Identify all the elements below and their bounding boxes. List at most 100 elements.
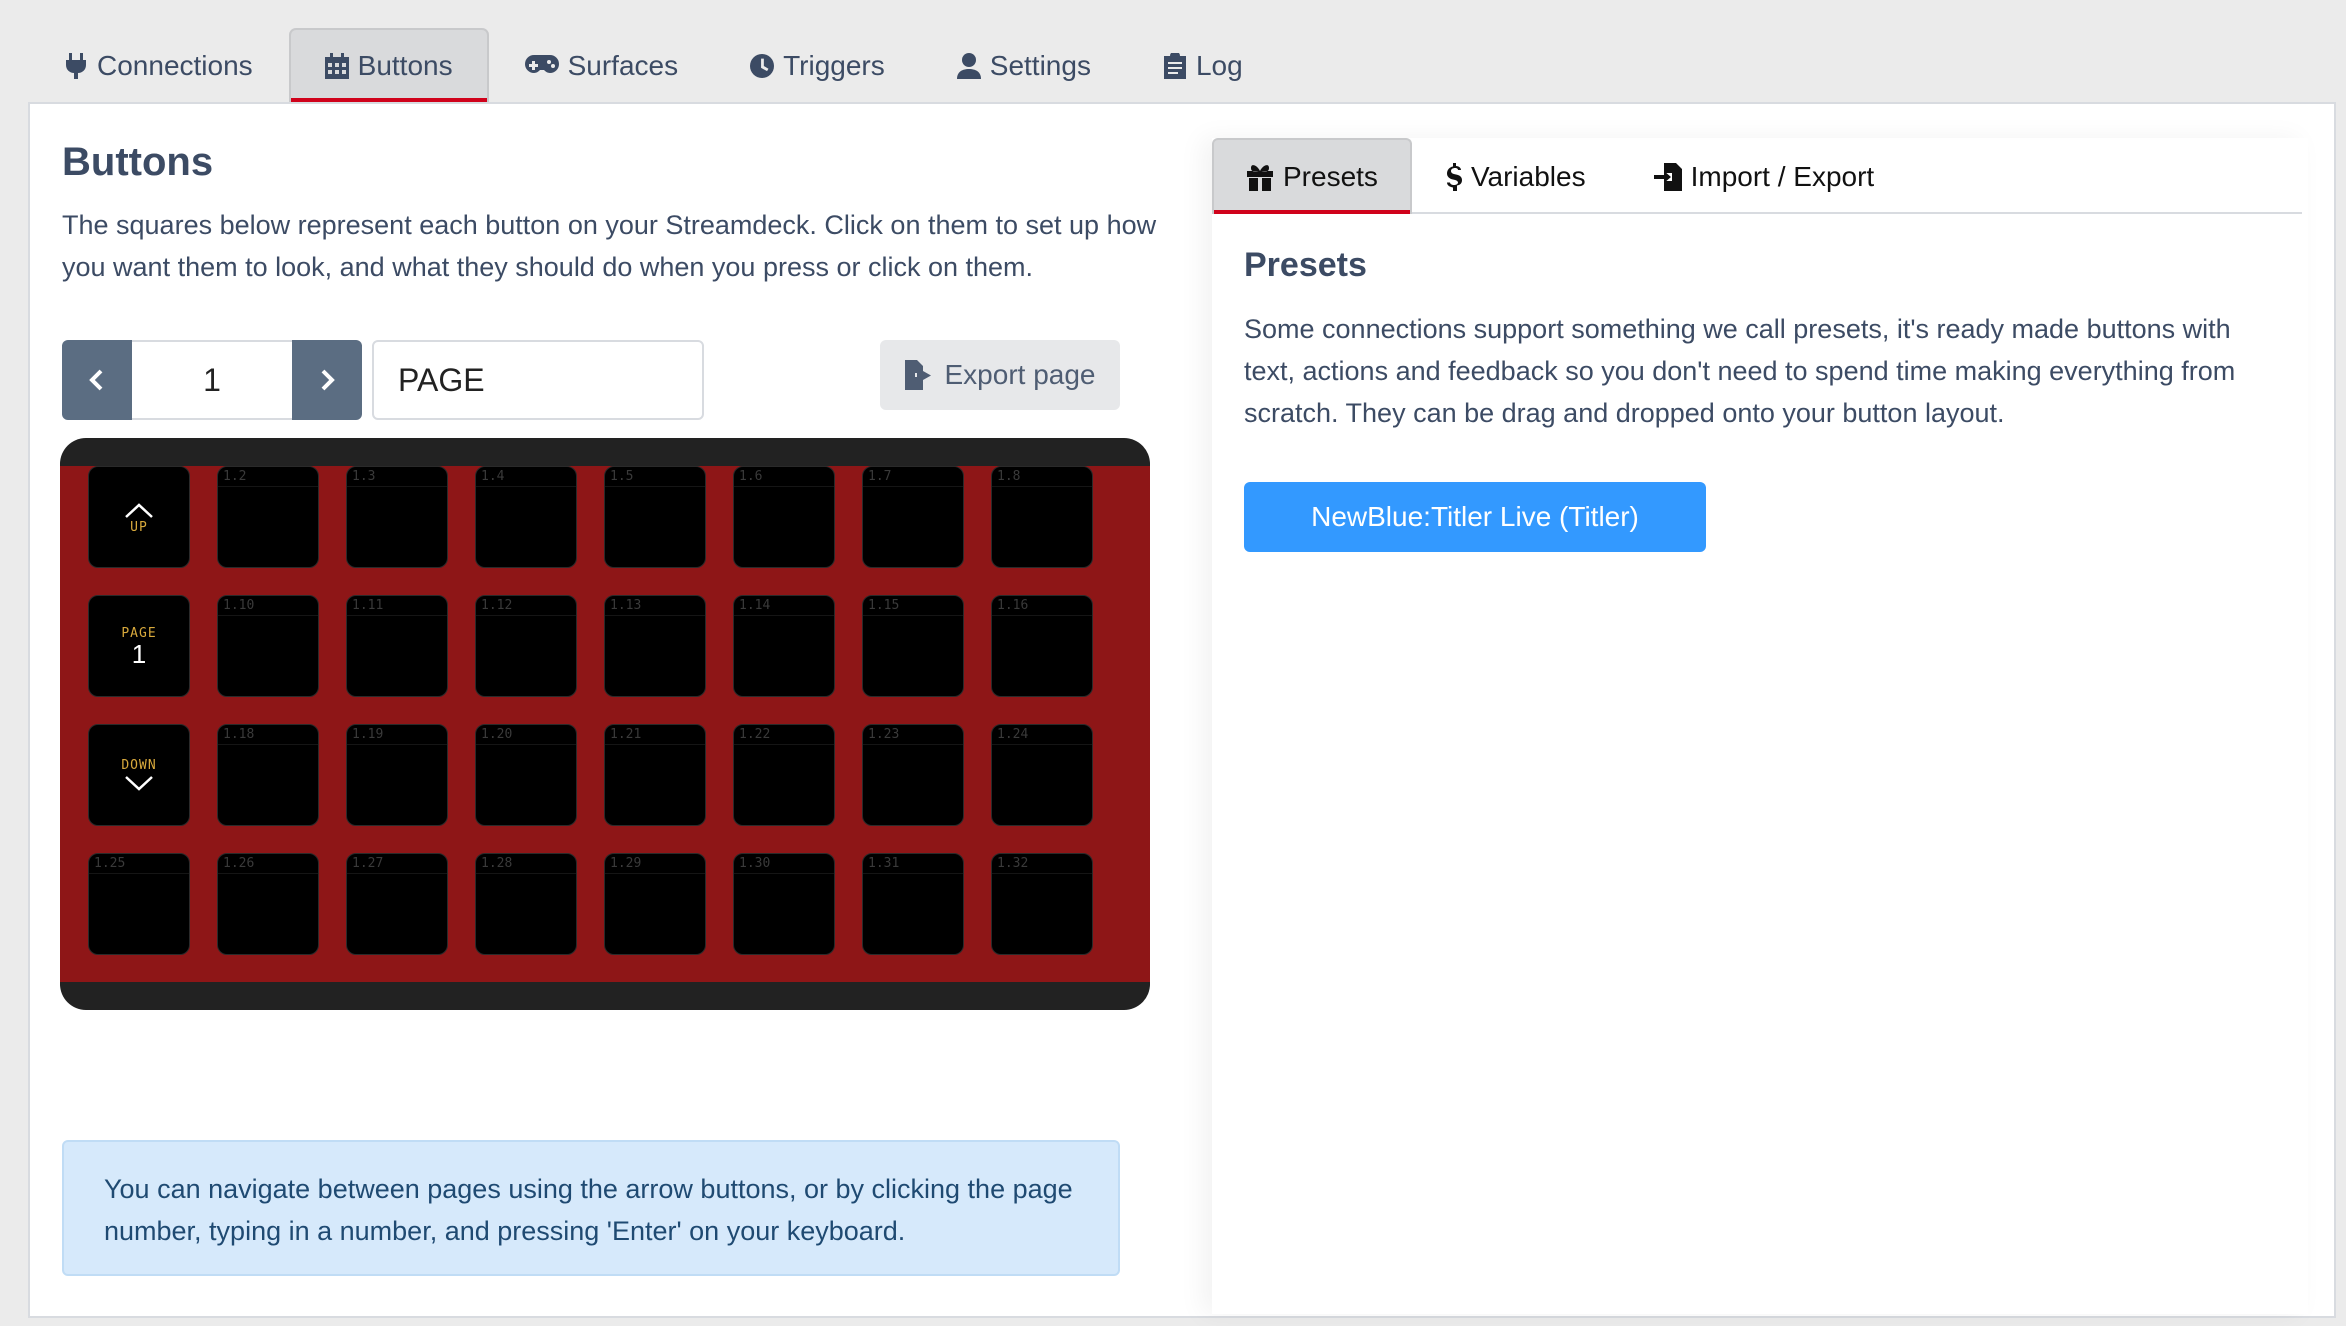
prev-page-button[interactable] — [62, 340, 132, 420]
button-id-label: 1.12 — [481, 598, 513, 613]
page-down-label: DOWN — [121, 757, 157, 773]
grid-button[interactable]: 1.18 — [217, 724, 319, 826]
gamepad-icon — [524, 55, 559, 73]
button-id-label: 1.16 — [997, 598, 1029, 613]
button-id-label: 1.15 — [868, 598, 900, 613]
grid-button[interactable]: 1.31 — [862, 853, 964, 955]
button-header-divider — [89, 873, 189, 874]
tab-settings-label: Settings — [989, 50, 1091, 81]
grid-button[interactable]: 1.8 — [991, 466, 1093, 568]
grid-button[interactable]: 1.23 — [862, 724, 964, 826]
streamdeck-grid: UP 1.2 1.3 1.4 1.5 1.6 1.7 1.8 PAGE 1 1.10 1.11 1.12… — [60, 438, 1150, 1010]
grid-button[interactable]: 1.3 — [346, 466, 448, 568]
grid-button[interactable]: 1.12 — [475, 595, 577, 697]
gift-icon — [1247, 165, 1273, 191]
tab-buttons[interactable]: Buttons — [288, 28, 489, 102]
tab-triggers[interactable]: Triggers — [714, 28, 921, 102]
tab-buttons-label: Buttons — [357, 50, 453, 81]
button-id-label: 1.27 — [352, 856, 384, 871]
buttons-description: The squares below represent each button … — [62, 210, 1157, 282]
dollar-icon — [1446, 163, 1462, 191]
button-id-label: 1.2 — [223, 469, 247, 484]
page-pager: 1 — [62, 340, 362, 420]
page-up-label: UP — [130, 519, 148, 535]
chevron-up-icon — [125, 502, 153, 518]
button-id-label: 1.7 — [868, 469, 892, 484]
button-id-label: 1.31 — [868, 856, 900, 871]
page-number-input[interactable]: 1 — [132, 340, 292, 420]
button-id-label: 1.26 — [223, 856, 255, 871]
grid-button[interactable]: 1.20 — [475, 724, 577, 826]
tab-variables[interactable]: Variables — [1412, 138, 1620, 214]
button-id-label: 1.8 — [997, 469, 1021, 484]
tab-presets[interactable]: Presets — [1212, 138, 1412, 214]
grid-button[interactable]: 1.11 — [346, 595, 448, 697]
button-header-divider — [992, 615, 1092, 616]
calendar-grid-icon — [324, 53, 349, 79]
side-panel-tabs: Presets Variables Import / Export — [1212, 138, 2302, 214]
grid-button[interactable]: 1.2 — [217, 466, 319, 568]
tab-surfaces[interactable]: Surfaces — [489, 28, 715, 102]
button-header-divider — [347, 744, 447, 745]
button-header-divider — [863, 615, 963, 616]
grid-button[interactable]: 1.10 — [217, 595, 319, 697]
grid-button[interactable]: 1.21 — [604, 724, 706, 826]
button-header-divider — [605, 873, 705, 874]
grid-button[interactable]: 1.25 — [88, 853, 190, 955]
export-page-button[interactable]: Export page — [880, 340, 1120, 410]
button-header-divider — [734, 486, 834, 487]
grid-button[interactable]: 1.26 — [217, 853, 319, 955]
button-header-divider — [347, 873, 447, 874]
button-id-label: 1.11 — [352, 598, 384, 613]
grid-button[interactable]: 1.16 — [991, 595, 1093, 697]
grid-button[interactable]: 1.13 — [604, 595, 706, 697]
button-id-label: 1.10 — [223, 598, 255, 613]
button-header-divider — [863, 873, 963, 874]
button-id-label: 1.23 — [868, 727, 900, 742]
button-header-divider — [476, 615, 576, 616]
button-id-label: 1.14 — [739, 598, 771, 613]
page-indicator-key[interactable]: PAGE 1 — [88, 595, 190, 697]
grid-button[interactable]: 1.22 — [733, 724, 835, 826]
grid-button[interactable]: 1.14 — [733, 595, 835, 697]
grid-button[interactable]: 1.7 — [862, 466, 964, 568]
button-header-divider — [218, 873, 318, 874]
grid-button[interactable]: 1.6 — [733, 466, 835, 568]
tab-import-export[interactable]: Import / Export — [1620, 138, 1909, 214]
tab-log[interactable]: Log — [1127, 28, 1279, 102]
grid-button[interactable]: 1.32 — [991, 853, 1093, 955]
button-header-divider — [476, 744, 576, 745]
page-title: Buttons — [62, 140, 214, 184]
side-panel: Presets Variables Import / Export Preset… — [1212, 138, 2308, 1314]
presets-title: Presets — [1244, 246, 1367, 284]
button-header-divider — [476, 873, 576, 874]
grid-button[interactable]: 1.4 — [475, 466, 577, 568]
tab-settings[interactable]: Settings — [921, 28, 1127, 102]
page-indicator-number: 1 — [131, 638, 147, 669]
button-header-divider — [734, 744, 834, 745]
grid-button[interactable]: 1.29 — [604, 853, 706, 955]
button-id-label: 1.24 — [997, 727, 1029, 742]
page-up-key[interactable]: UP — [88, 466, 190, 568]
button-header-divider — [218, 486, 318, 487]
page-name-input[interactable]: PAGE — [372, 340, 704, 420]
grid-button[interactable]: 1.24 — [991, 724, 1093, 826]
grid-button[interactable]: 1.28 — [475, 853, 577, 955]
button-header-divider — [605, 744, 705, 745]
navigation-info-alert: You can navigate between pages using the… — [62, 1140, 1120, 1276]
button-id-label: 1.18 — [223, 727, 255, 742]
chevron-right-icon — [321, 369, 335, 391]
button-header-divider — [992, 486, 1092, 487]
page-down-key[interactable]: DOWN — [88, 724, 190, 826]
grid-button[interactable]: 1.30 — [733, 853, 835, 955]
next-page-button[interactable] — [292, 340, 362, 420]
tab-connections[interactable]: Connections — [28, 28, 289, 102]
button-header-divider — [863, 744, 963, 745]
preset-connection-button[interactable]: NewBlue:Titler Live (Titler) — [1244, 482, 1706, 552]
button-header-divider — [992, 744, 1092, 745]
grid-button[interactable]: 1.19 — [346, 724, 448, 826]
grid-button[interactable]: 1.27 — [346, 853, 448, 955]
grid-button[interactable]: 1.5 — [604, 466, 706, 568]
button-id-label: 1.3 — [352, 469, 376, 484]
grid-button[interactable]: 1.15 — [862, 595, 964, 697]
